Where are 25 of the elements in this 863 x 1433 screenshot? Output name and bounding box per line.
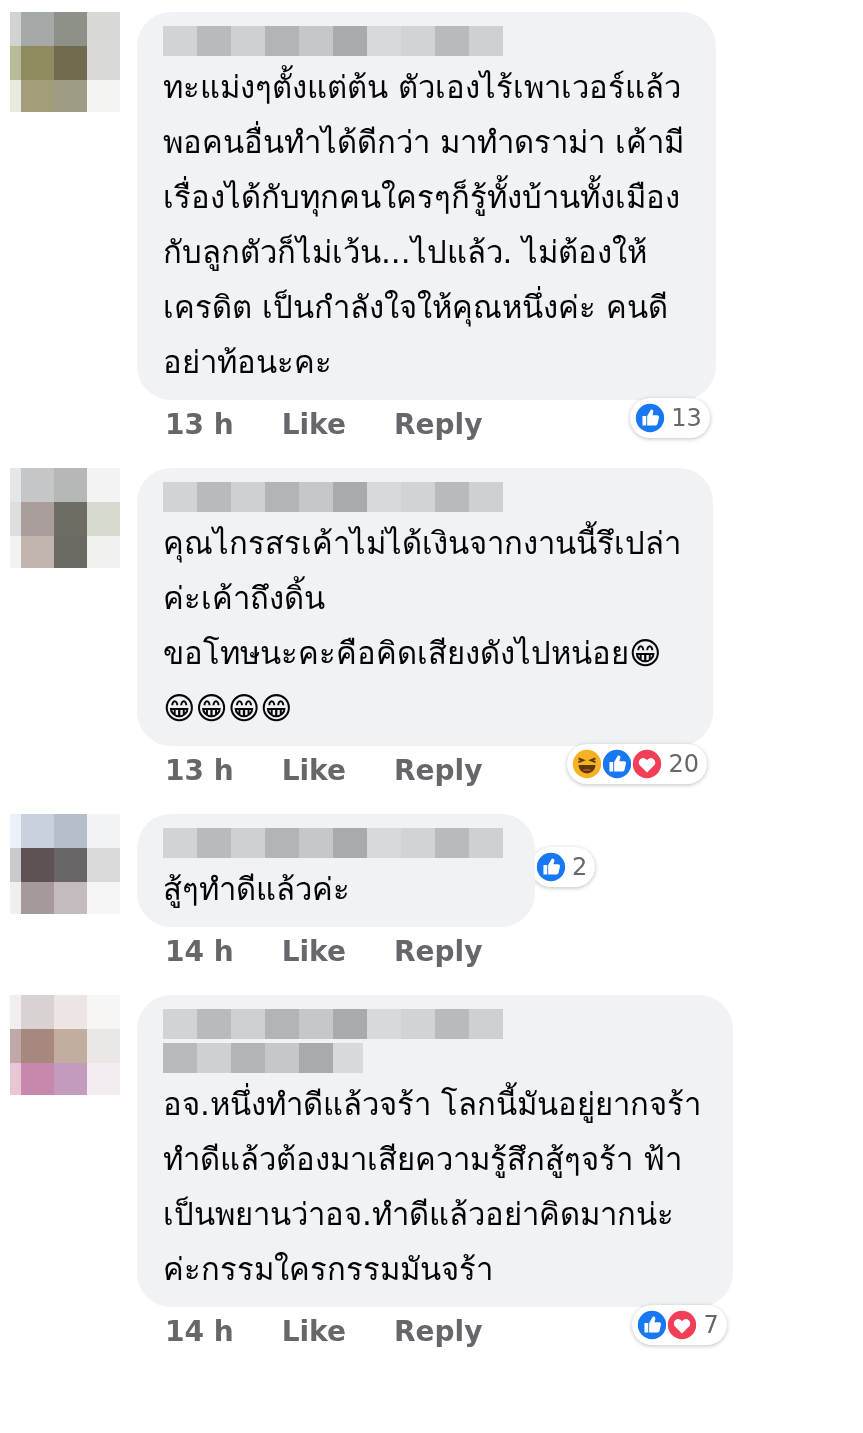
reply-link[interactable]: Reply [393,404,483,446]
comment-text: อจ.หนึ่งทำดีแล้วจร้า โลกนี้มันอยู่ยากจร้า ทำดีแล้วต้องมาเสียความรู้สึกสู้ๆจร้า ฟ้า เป็นพยานว่าอจ.ทำดีแล้วอย่าคิดมากน่ะ ค่ะกรรมใครกรรมมันจร้า [163,1077,701,1297]
reaction-summary[interactable]: 7 [632,1305,727,1345]
reply-link[interactable]: Reply [393,750,483,792]
reaction-count: 13 [671,403,702,434]
comment-time: 14 h [165,934,234,970]
reply-link[interactable]: Reply [393,1311,483,1353]
reaction-summary[interactable]: 20 [567,744,707,784]
comment-time: 14 h [165,1314,234,1350]
reaction-count: 7 [703,1310,719,1341]
like-link[interactable]: Like [281,750,346,792]
comment-time: 13 h [165,753,234,789]
like-link[interactable]: Like [281,404,346,446]
like-icon [534,849,568,884]
reaction-summary[interactable]: 13 [630,398,710,438]
comment-text: สู้ๆทำดีแล้วค่ะ [163,870,351,910]
like-link[interactable]: Like [281,931,346,973]
reply-link[interactable]: Reply [393,931,483,973]
like-link[interactable]: Like [281,1311,346,1353]
comment-text: คุณไกรสรเค้าไม่ได้เงินจากงานนี้รึเปล่า ค่ะเค้าถึงดิ้น ขอโทษนะคะคือคิดเสียงดังไปหน่อย😁 😁😁😁😁 [163,516,681,736]
comment-time: 13 h [165,407,234,443]
reaction-count: 2 [572,851,588,883]
like-icon [633,401,668,435]
comment-text: ทะแม่งๆตั้งแต่ต้น ตัวเองไร้เพาเวอร์แล้ว พอคนอื่นทำได้ดีกว่า มาทำดราม่า เค้ามี เรื่องได้กับทุกคนใครๆก็รู้ทั้งบ้านทั้งเมือง กับลูกตัวก็ไม่เว้น...ไปแล้ว. ไม่ต้องให้ เครดิต เป็นกำลังใจให้คุณหนึ่งค่ะ คนดี อย่าท้อนะคะ [163,60,684,390]
reaction-count: 20 [668,749,699,780]
